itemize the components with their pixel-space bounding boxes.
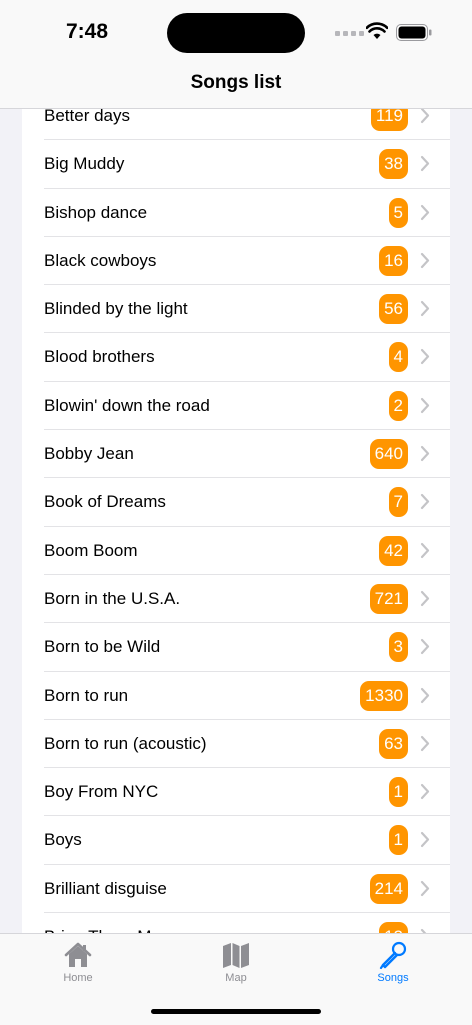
play-count-badge: 1 — [388, 825, 408, 856]
tab-songs[interactable]: Songs — [343, 940, 443, 984]
play-count-badge: 56 — [379, 294, 408, 325]
song-title: Book of Dreams — [44, 492, 166, 512]
song-title: Blinded by the light — [44, 299, 188, 319]
play-count-badge: 7 — [388, 487, 408, 518]
song-title: Born to run — [44, 685, 129, 705]
list-item[interactable]: Black cowboys 16 — [22, 237, 450, 286]
list-item[interactable]: Born to run (acoustic) 63 — [22, 720, 450, 769]
wifi-icon — [366, 22, 388, 39]
play-count-badge: 16 — [379, 245, 408, 276]
list-item[interactable]: Blowin' down the road 2 — [22, 382, 450, 431]
chevron-right-icon — [420, 832, 430, 848]
microphone-icon — [379, 941, 407, 970]
tab-label-songs: Songs — [377, 972, 409, 984]
list-item[interactable]: Brian Three Men12 — [22, 913, 450, 934]
list-item[interactable]: Bobby Jean 640 — [22, 430, 450, 479]
chevron-right-icon — [420, 252, 430, 268]
tab-home[interactable]: Home — [28, 940, 128, 984]
list-item[interactable]: Born in the U.S.A. 721 — [22, 575, 450, 624]
chevron-right-icon — [420, 735, 430, 751]
tab-label-home: Home — [63, 972, 93, 984]
song-title: Brilliant disguise — [44, 878, 167, 898]
chevron-right-icon — [420, 880, 430, 896]
song-title: Boy From NYC — [44, 782, 159, 802]
play-count-badge: 38 — [379, 149, 408, 180]
list-item[interactable]: Boom Boom 42 — [22, 527, 450, 576]
song-title: Boys — [44, 830, 82, 850]
dynamic-island — [167, 13, 305, 53]
list-item[interactable]: Brilliant disguise 214 — [22, 865, 450, 914]
play-count-badge: 63 — [379, 728, 408, 759]
chevron-right-icon — [420, 349, 430, 365]
song-title: Blowin' down the road — [44, 395, 210, 415]
play-count-badge: 5 — [388, 197, 408, 228]
page-title: Songs list — [190, 72, 282, 93]
play-count-badge: 3 — [388, 632, 408, 663]
status-bar: 7:48 — [0, 0, 472, 62]
chevron-right-icon — [420, 784, 430, 800]
play-count-badge: 2 — [388, 390, 408, 421]
play-count-badge: 1 — [388, 777, 408, 808]
play-count-badge: 1330 — [360, 680, 408, 711]
play-count-badge: 640 — [369, 439, 408, 470]
song-title: Born to run (acoustic) — [44, 733, 207, 753]
status-time: 7:48 — [66, 20, 109, 43]
list-item[interactable]: Born to run 1330 — [22, 672, 450, 721]
song-title: Born in the U.S.A. — [44, 588, 181, 608]
tab-map[interactable]: Map — [186, 940, 286, 984]
chevron-right-icon — [420, 445, 430, 462]
song-title: Better days — [44, 106, 130, 125]
chevron-right-icon — [420, 542, 430, 558]
song-title: Bishop dance — [44, 202, 148, 222]
song-title: Black cowboys — [44, 250, 157, 270]
list-item[interactable]: Blinded by the light 56 — [22, 285, 450, 334]
song-title: Born to be Wild — [44, 637, 161, 657]
tab-label-map: Map — [225, 972, 247, 984]
navigation-bar: Songs list — [0, 62, 472, 109]
list-item[interactable]: Born to be Wild 3 — [22, 623, 450, 672]
play-count-badge: 721 — [369, 583, 408, 614]
cellular-signal-icon — [335, 31, 364, 36]
chevron-right-icon — [420, 397, 430, 413]
song-title: Big Muddy — [44, 154, 125, 174]
song-title: Boom Boom — [44, 540, 138, 560]
chevron-right-icon — [420, 494, 430, 510]
song-title: Bobby Jean — [44, 444, 134, 464]
chevron-right-icon — [420, 204, 430, 220]
list-item[interactable]: Big Muddy 38 — [22, 140, 450, 189]
play-count-badge: 214 — [369, 873, 408, 904]
songs-list: Better days 119 Big Muddy 38 Bishop dance 5 Bl… — [22, 92, 450, 934]
map-icon — [223, 943, 249, 968]
list-item[interactable]: Boys 1 — [22, 816, 450, 866]
chevron-right-icon — [420, 156, 430, 172]
list-item[interactable]: Blood brothers 4 — [22, 333, 450, 383]
home-indicator — [151, 1009, 321, 1014]
list-item[interactable]: Book of Dreams 7 — [22, 478, 450, 527]
chevron-right-icon — [420, 590, 430, 607]
chevron-right-icon — [420, 687, 430, 703]
list-item[interactable]: Bishop dance 5 — [22, 189, 450, 238]
play-count-badge: 4 — [388, 342, 408, 373]
song-title: Blood brothers — [44, 347, 155, 367]
chevron-right-icon — [420, 639, 430, 655]
chevron-right-icon — [420, 301, 430, 317]
house-icon — [64, 942, 92, 967]
battery-icon — [396, 24, 432, 41]
chevron-right-icon — [420, 107, 430, 124]
play-count-badge: 42 — [379, 535, 408, 566]
list-item[interactable]: Boy From NYC 1 — [22, 768, 450, 817]
